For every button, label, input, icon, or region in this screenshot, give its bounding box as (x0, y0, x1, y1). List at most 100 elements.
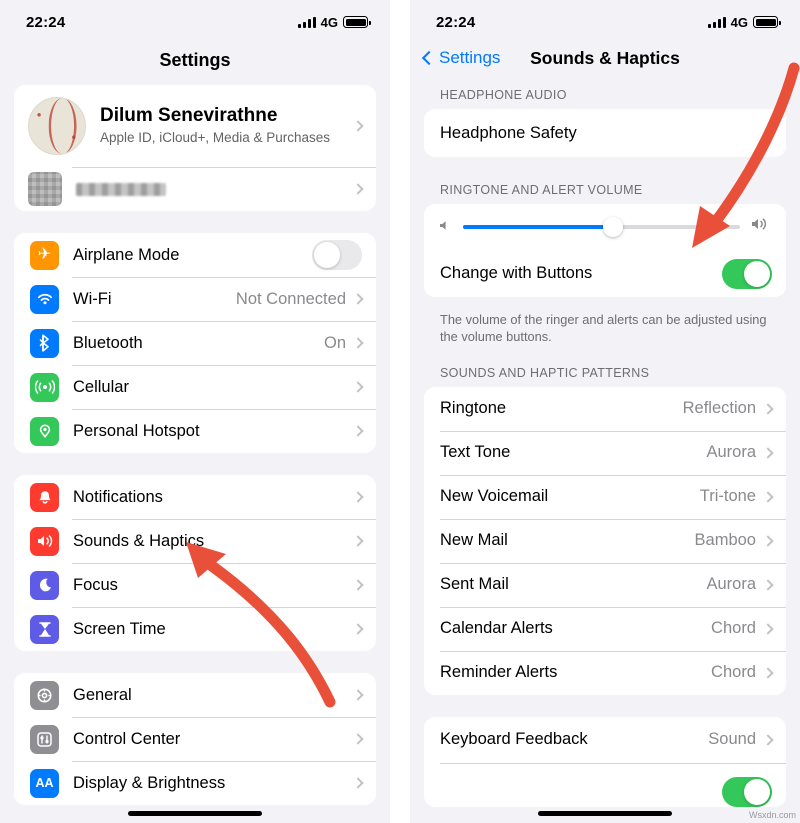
notifications-group: Notifications Sounds & Haptics Focus Scr… (14, 475, 376, 651)
ringtone-volume-group: Change with Buttons (424, 204, 786, 297)
row-label: Focus (73, 575, 118, 594)
volume-footnote: The volume of the ringer and alerts can … (440, 312, 767, 345)
section-header-headphone-audio: HEADPHONE AUDIO (440, 88, 567, 102)
row-keyboard-feedback[interactable]: Keyboard Feedback Sound (424, 717, 786, 763)
row-label: General (73, 685, 132, 704)
sidebar-item-cellular[interactable]: Cellular (14, 365, 376, 409)
row-value: On (323, 333, 346, 352)
row-sent-mail[interactable]: Sent Mail Aurora (424, 562, 786, 607)
row-label: Bluetooth (73, 333, 143, 352)
row-new-voicemail[interactable]: New Voicemail Tri-tone (424, 474, 786, 519)
row-label: Wi-Fi (73, 289, 112, 308)
sidebar-item-bluetooth[interactable]: Bluetooth On (14, 321, 376, 365)
row-value: Reflection (682, 399, 756, 418)
chevron-right-icon (762, 446, 774, 459)
row-label: Keyboard Feedback (440, 730, 588, 749)
chevron-right-icon (762, 622, 774, 635)
row-value: Aurora (706, 443, 756, 462)
sidebar-item-personal-hotspot[interactable]: Personal Hotspot (14, 409, 376, 453)
row-calendar-alerts[interactable]: Calendar Alerts Chord (424, 606, 786, 651)
navigation-bar: Settings Sounds & Haptics (410, 44, 800, 84)
row-label: Personal Hotspot (73, 421, 200, 440)
home-indicator (128, 811, 262, 816)
account-subtitle: Apple ID, iCloud+, Media & Purchases (100, 130, 330, 146)
row-label: Cellular (73, 377, 129, 396)
account-group: Dilum Senevirathne Apple ID, iCloud+, Me… (14, 85, 376, 211)
row-value: Bamboo (694, 531, 756, 550)
sidebar-item-control-center[interactable]: Control Center (14, 717, 376, 761)
row-ringtone[interactable]: Ringtone Reflection (424, 387, 786, 431)
sidebar-item-focus[interactable]: Focus (14, 563, 376, 607)
chevron-right-icon (352, 425, 364, 437)
partial-toggle[interactable] (722, 776, 772, 807)
airplane-mode-toggle[interactable] (312, 240, 362, 270)
chevron-right-icon (352, 491, 364, 503)
back-button[interactable]: Settings (421, 48, 501, 68)
section-header-sounds-patterns: SOUNDS AND HAPTIC PATTERNS (440, 365, 650, 380)
chevron-right-icon (762, 733, 774, 746)
sidebar-item-screen-time[interactable]: Screen Time (14, 607, 376, 651)
sidebar-item-sounds-haptics[interactable]: Sounds & Haptics (14, 519, 376, 563)
status-bar-left: 22:24 4G (0, 0, 390, 44)
row-label: Text Tone (440, 443, 511, 462)
chevron-right-icon (352, 733, 364, 745)
chevron-right-icon (352, 623, 364, 635)
network-type-label: 4G (730, 14, 748, 30)
row-text-tone[interactable]: Text Tone Aurora (424, 430, 786, 475)
sidebar-item-wifi[interactable]: Wi-Fi Not Connected (14, 277, 376, 321)
hotspot-icon (30, 416, 59, 446)
chevron-right-icon (762, 127, 774, 139)
keyboard-feedback-group: Keyboard Feedback Sound (424, 716, 786, 807)
display-brightness-icon: AA (30, 768, 59, 798)
apple-id-row[interactable]: Dilum Senevirathne Apple ID, iCloud+, Me… (14, 85, 376, 167)
airplane-icon: ✈ (30, 240, 59, 270)
signal-bars-icon (297, 16, 316, 28)
chevron-right-icon (352, 293, 364, 305)
chevron-right-icon (762, 666, 774, 679)
section-header-ringtone-volume: RINGTONE AND ALERT VOLUME (440, 183, 643, 197)
sidebar-item-display-brightness[interactable]: AA Display & Brightness (14, 761, 376, 805)
network-type-label: 4G (320, 14, 338, 30)
change-with-buttons-toggle[interactable] (722, 258, 772, 289)
row-headphone-safety[interactable]: Headphone Safety (424, 109, 786, 157)
sounds-haptics-icon (30, 526, 59, 556)
chevron-right-icon (762, 578, 774, 591)
watermark: Wsxdn.com (748, 810, 796, 820)
battery-icon (753, 16, 781, 28)
signal-bars-icon (707, 16, 726, 28)
row-reminder-alerts[interactable]: Reminder Alerts Chord (424, 650, 786, 695)
row-new-mail[interactable]: New Mail Bamboo (424, 518, 786, 563)
row-label: Sounds & Haptics (73, 531, 205, 550)
chevron-right-icon (352, 689, 364, 701)
chevron-right-icon (352, 337, 364, 349)
row-label: Reminder Alerts (440, 663, 558, 682)
chevron-right-icon (762, 490, 774, 503)
sidebar-item-airplane-mode[interactable]: ✈ Airplane Mode (14, 233, 376, 277)
row-partial-toggle[interactable] (424, 762, 786, 807)
volume-slider[interactable] (463, 217, 740, 237)
row-value: Aurora (706, 575, 756, 594)
row-label: Control Center (73, 729, 181, 748)
control-center-icon (30, 724, 59, 754)
slider-thumb[interactable] (602, 217, 623, 237)
status-time: 22:24 (436, 13, 476, 31)
volume-slider-row[interactable] (424, 204, 786, 250)
status-bar-right: 22:24 4G (410, 0, 800, 44)
row-label: Headphone Safety (440, 123, 577, 142)
back-button-label: Settings (439, 48, 501, 67)
row-label: Sent Mail (440, 575, 509, 594)
redacted-account-row[interactable] (14, 167, 376, 211)
row-change-with-buttons[interactable]: Change with Buttons (424, 250, 786, 297)
connectivity-group: ✈ Airplane Mode Wi-Fi Not Connected Blue… (14, 233, 376, 453)
sidebar-item-general[interactable]: General (14, 673, 376, 717)
chevron-right-icon (352, 535, 364, 547)
row-label: Notifications (73, 487, 163, 506)
redacted-label (76, 182, 166, 196)
chevron-right-icon (352, 183, 364, 195)
battery-icon (343, 16, 371, 28)
sidebar-item-notifications[interactable]: Notifications (14, 475, 376, 519)
row-label: Airplane Mode (73, 245, 180, 264)
home-indicator (538, 811, 672, 816)
account-name: Dilum Senevirathne (100, 105, 278, 127)
headphone-audio-group: Headphone Safety (424, 109, 786, 157)
